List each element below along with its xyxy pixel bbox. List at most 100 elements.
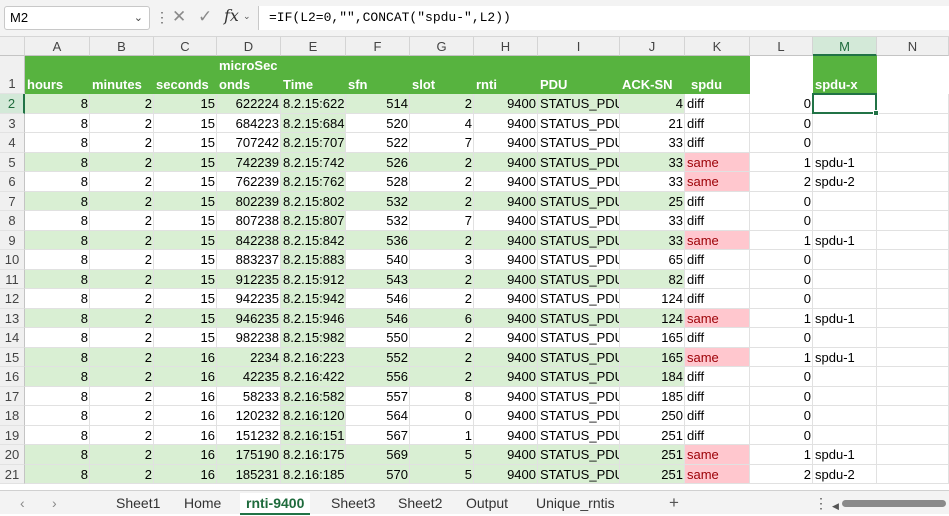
table-cell-hours[interactable]: 8 (25, 367, 90, 387)
table-cell-pdu[interactable]: STATUS_PDU (538, 172, 620, 192)
table-cell-m[interactable] (813, 328, 877, 348)
sheet-tab-sheet1[interactable]: Sheet1 (116, 493, 160, 513)
table-cell-n[interactable] (877, 465, 949, 485)
table-cell-seconds[interactable]: 16 (154, 445, 217, 465)
table-cell-l[interactable]: 0 (750, 192, 813, 212)
table-cell-spdu[interactable]: diff (685, 426, 750, 446)
row-header[interactable]: 4 (0, 133, 25, 153)
add-sheet-icon[interactable]: + (669, 493, 679, 513)
table-cell-m[interactable]: spdu-1 (813, 348, 877, 368)
table-cell-spdu[interactable]: diff (685, 211, 750, 231)
table-cell-pdu[interactable]: STATUS_PDU (538, 387, 620, 407)
table-cell-slot[interactable]: 2 (410, 230, 474, 250)
table-cell-time[interactable]: 8.2.15:742 (281, 152, 346, 172)
insert-function-icon[interactable]: fx (224, 6, 239, 25)
table-cell-spdu[interactable]: diff (685, 367, 750, 387)
table-cell-micro[interactable]: 762239 (217, 172, 281, 192)
table-cell-hours[interactable]: 8 (25, 133, 90, 153)
table-cell-rnti[interactable]: 9400 (474, 152, 538, 172)
table-cell-time[interactable]: 8.2.15:982 (281, 328, 346, 348)
table-cell-l[interactable]: 0 (750, 289, 813, 309)
table-cell-hours[interactable]: 8 (25, 308, 90, 328)
column-header-a[interactable]: A (25, 37, 90, 56)
table-cell-sfn[interactable]: 520 (346, 114, 410, 134)
row-header[interactable]: 2 (0, 94, 25, 114)
row-header[interactable]: 8 (0, 211, 25, 231)
table-cell-n[interactable] (877, 445, 949, 465)
table-cell-slot[interactable]: 2 (410, 269, 474, 289)
table-cell-acksn[interactable]: 251 (620, 464, 685, 484)
table-cell-acksn[interactable]: 4 (620, 94, 685, 114)
horizontal-scrollbar[interactable] (842, 500, 946, 507)
table-cell-spdu[interactable]: diff (685, 328, 750, 348)
table-cell-micro[interactable]: 802239 (217, 191, 281, 211)
table-cell-l[interactable]: 0 (750, 133, 813, 153)
table-cell-spdu[interactable]: diff (685, 406, 750, 426)
table-cell-time[interactable]: 8.2.15:946 (281, 308, 346, 328)
row-header[interactable]: 9 (0, 230, 25, 250)
table-cell-time[interactable]: 8.2.16:582 (281, 386, 346, 406)
table-cell-micro[interactable]: 185231 (217, 464, 281, 484)
table-cell-rnti[interactable]: 9400 (474, 133, 538, 153)
table-cell-minutes[interactable]: 2 (90, 94, 154, 114)
table-cell-minutes[interactable]: 2 (90, 250, 154, 270)
table-cell-hours[interactable]: 8 (25, 289, 90, 309)
table-cell-rnti[interactable]: 9400 (474, 211, 538, 231)
table-cell-minutes[interactable]: 2 (90, 133, 154, 153)
table-cell-minutes[interactable]: 2 (90, 289, 154, 309)
table-cell-l[interactable]: 1 (750, 231, 813, 251)
chevron-down-icon[interactable]: ⌄ (134, 7, 143, 29)
more-options-icon[interactable]: ⋮ (155, 9, 169, 26)
table-cell-slot[interactable]: 3 (410, 250, 474, 270)
table-cell-n[interactable] (877, 309, 949, 329)
table-cell-rnti[interactable]: 9400 (474, 464, 538, 484)
table-cell-hours[interactable]: 8 (25, 269, 90, 289)
table-cell-sfn[interactable]: 526 (346, 152, 410, 172)
table-cell-l[interactable]: 0 (750, 114, 813, 134)
table-cell-acksn[interactable]: 184 (620, 367, 685, 387)
table-cell-hours[interactable]: 8 (25, 94, 90, 114)
table-cell-minutes[interactable]: 2 (90, 347, 154, 367)
table-cell-minutes[interactable]: 2 (90, 445, 154, 465)
table-cell-pdu[interactable]: STATUS_PDU (538, 211, 620, 231)
table-cell-sfn[interactable]: 556 (346, 367, 410, 387)
table-cell-seconds[interactable]: 15 (154, 250, 217, 270)
table-cell-m[interactable]: spdu-1 (813, 309, 877, 329)
column-header-h[interactable]: H (474, 37, 538, 56)
table-cell-m[interactable] (813, 289, 877, 309)
column-header-k[interactable]: K (685, 37, 750, 56)
table-cell-time[interactable]: 8.2.15:707 (281, 133, 346, 153)
table-cell-spdu[interactable]: diff (685, 250, 750, 270)
table-cell-l[interactable]: 0 (750, 406, 813, 426)
table-cell-pdu[interactable]: STATUS_PDU (538, 94, 620, 114)
table-cell-hours[interactable]: 8 (25, 406, 90, 426)
row-header[interactable]: 13 (0, 308, 25, 328)
table-cell-hours[interactable]: 8 (25, 114, 90, 134)
table-cell-m[interactable] (813, 406, 877, 426)
table-cell-rnti[interactable]: 9400 (474, 406, 538, 426)
table-cell-minutes[interactable]: 2 (90, 211, 154, 231)
table-cell-seconds[interactable]: 15 (154, 308, 217, 328)
table-cell-sfn[interactable]: 546 (346, 308, 410, 328)
table-cell-slot[interactable]: 2 (410, 367, 474, 387)
table-cell-rnti[interactable]: 9400 (474, 289, 538, 309)
table-cell-l[interactable]: 1 (750, 153, 813, 173)
table-cell-time[interactable]: 8.2.15:807 (281, 211, 346, 231)
table-cell-micro[interactable]: 946235 (217, 308, 281, 328)
table-cell-n[interactable] (877, 172, 949, 192)
table-cell-rnti[interactable]: 9400 (474, 308, 538, 328)
table-cell-micro[interactable]: 622224 (217, 94, 281, 114)
table-cell-pdu[interactable]: STATUS_PDU (538, 464, 620, 484)
column-header-i[interactable]: I (538, 37, 620, 56)
sheet-tab-sheet3[interactable]: Sheet3 (331, 493, 375, 513)
table-cell-seconds[interactable]: 15 (154, 230, 217, 250)
table-cell-n[interactable] (877, 328, 949, 348)
table-cell-spdu[interactable]: same (685, 445, 750, 465)
table-cell-l[interactable]: 0 (750, 94, 813, 114)
header-cell-f[interactable]: sfn (346, 56, 410, 94)
table-cell-acksn[interactable]: 33 (620, 172, 685, 192)
table-cell-pdu[interactable]: STATUS_PDU (538, 114, 620, 134)
table-cell-l[interactable]: 2 (750, 172, 813, 192)
header-cell-k[interactable]: spdu (685, 56, 750, 94)
table-cell-hours[interactable]: 8 (25, 426, 90, 446)
